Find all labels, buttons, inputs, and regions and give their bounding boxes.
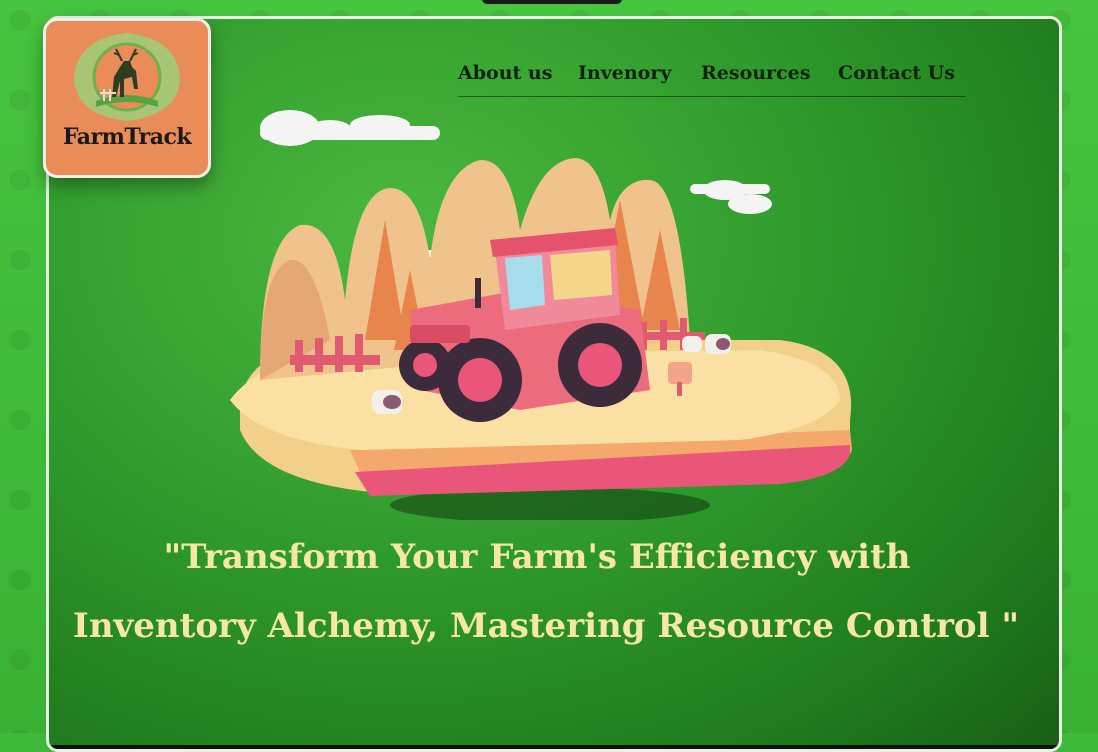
brand-name: FarmTrack [62,124,192,150]
top-handle [482,0,622,4]
bottom-bar [49,745,1059,749]
deer-icon [74,33,180,121]
brand-logo[interactable]: FarmTrack [43,18,211,178]
main-nav: About us Invenory Resources Contact Us [458,58,966,97]
nav-about-us[interactable]: About us [458,62,552,84]
nav-resources[interactable]: Resources [701,62,810,84]
tractor-farm-icon [230,110,852,520]
nav-inventory[interactable]: Invenory [578,62,671,84]
hero-quote-line-1: "Transform Your Farm's Efficiency with [163,537,911,577]
nav-contact-us[interactable]: Contact Us [838,62,955,84]
hero-quote-line-2: Inventory Alchemy, Mastering Resource Co… [72,606,1020,646]
